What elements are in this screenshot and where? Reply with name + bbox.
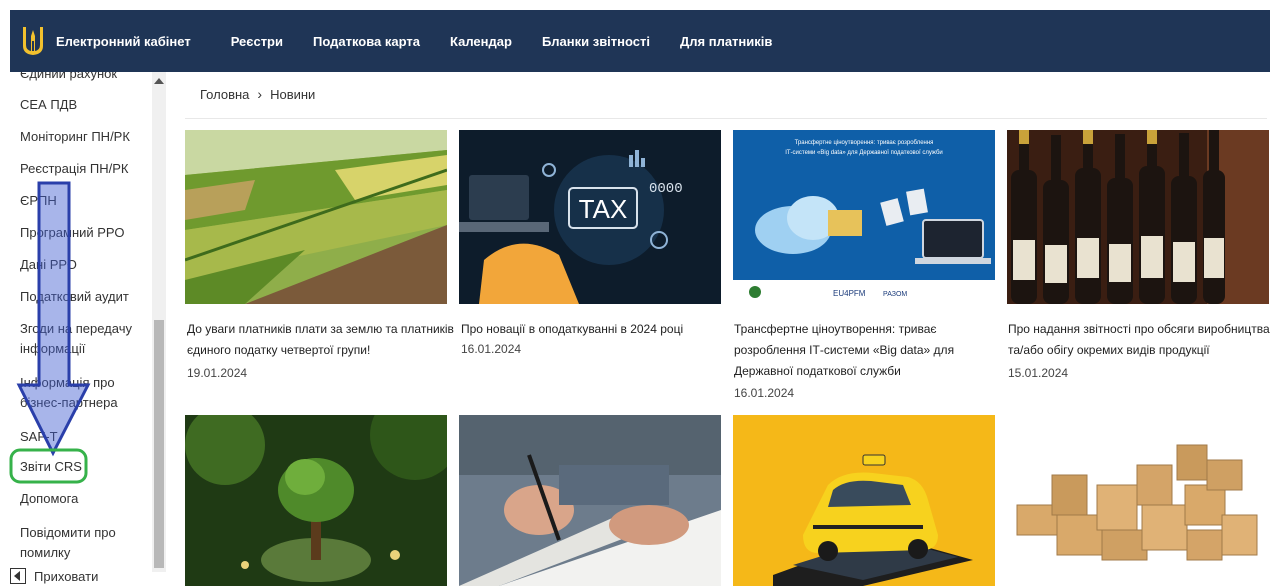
sidebar-item-saf-t[interactable]: SAF-T (20, 427, 145, 447)
nav-item-calendar[interactable]: Календар (450, 34, 512, 49)
news-image-wine-bottles[interactable] (1007, 130, 1269, 304)
sidebar-scrollbar[interactable] (152, 72, 166, 572)
sidebar-item-software-rro[interactable]: Програмний РРО (20, 223, 145, 243)
sidebar-item-tax-audit[interactable]: Податковий аудит (20, 287, 145, 307)
news-title-link[interactable]: До уваги платників плати за землю та пла… (187, 319, 457, 361)
hide-sidebar-button[interactable]: Приховати (10, 568, 98, 584)
svg-text:ІТ-системи «Big data» для Держ: ІТ-системи «Big data» для Державної пода… (785, 150, 943, 156)
sidebar-item-business-partner[interactable]: Інформація про бізнес-партнера (20, 373, 145, 413)
razom-logo-text: РАЗОМ (883, 291, 907, 298)
sidebar-item-rro-data[interactable]: Дані РРО (20, 255, 145, 275)
nav-item-for-payers[interactable]: Для платників (680, 34, 772, 49)
sidebar-item-report-error[interactable]: Повідомити про помилку (20, 523, 145, 563)
svg-text:Трансфертне ціноутворення: три: Трансфертне ціноутворення: триває розроб… (795, 140, 934, 146)
nav-item-tax-map[interactable]: Податкова карта (313, 34, 420, 49)
sidebar-item-single-account[interactable]: Єдиний рахунок (20, 72, 145, 84)
news-date: 15.01.2024 (1008, 366, 1069, 380)
tax-image-text: TAX (579, 194, 628, 224)
trident-logo-icon[interactable] (20, 24, 46, 58)
news-date: 19.01.2024 (187, 366, 248, 380)
sidebar-item-help[interactable]: Допомога (20, 489, 145, 509)
news-date: 16.01.2024 (461, 342, 522, 356)
sidebar-item-sea-pdv[interactable]: СЕА ПДВ (20, 95, 145, 115)
sidebar-item-registration[interactable]: Реєстрація ПН/РК (20, 159, 145, 179)
sidebar-item-erpn[interactable]: ЄРПН (20, 191, 145, 211)
news-image-cardboard-boxes[interactable] (1007, 415, 1269, 586)
news-image-hand-writing[interactable] (459, 415, 721, 586)
news-image-tree-globe[interactable] (185, 415, 447, 586)
svg-text:0000: 0000 (649, 181, 683, 197)
nav-item-report-forms[interactable]: Бланки звітності (542, 34, 650, 49)
news-title-link[interactable]: Про надання звітності про обсяги виробни… (1008, 319, 1272, 361)
news-title-link[interactable]: Про новації в оподаткуванні в 2024 році (461, 319, 731, 340)
scroll-up-arrow-icon[interactable] (154, 78, 164, 84)
hide-sidebar-label: Приховати (34, 568, 99, 584)
nav-item-registries[interactable]: Реєстри (231, 34, 283, 49)
sidebar-item-crs-reports[interactable]: Звіти CRS (20, 457, 145, 477)
breadcrumb: Головна › Новини (200, 86, 315, 102)
news-image-tax-laptop[interactable]: TAX 0000 (459, 130, 721, 304)
news-date: 16.01.2024 (734, 386, 795, 400)
breadcrumb-home-link[interactable]: Головна (200, 87, 249, 102)
scrollbar-thumb[interactable] (154, 320, 164, 568)
news-image-taxi-phone[interactable] (733, 415, 995, 586)
divider (185, 118, 1267, 119)
news-image-farm-fields[interactable] (185, 130, 447, 304)
news-image-cloud-data[interactable]: Трансфертне ціноутворення: триває розроб… (733, 130, 995, 304)
news-title-link[interactable]: Трансфертне ціноутворення: триває розроб… (734, 319, 1004, 382)
nav-brand-link[interactable]: Електронний кабінет (56, 34, 191, 49)
sidebar-menu: Єдиний рахунок СЕА ПДВ Моніторинг ПН/РК … (10, 72, 165, 586)
breadcrumb-current: Новини (270, 86, 316, 102)
sidebar-item-consents[interactable]: Згоди на передачу інформації (20, 319, 145, 359)
sidebar-item-monitoring[interactable]: Моніторинг ПН/РК (20, 127, 145, 147)
collapse-left-icon (10, 568, 26, 584)
eu4pfm-logo-text: EU4PFM (833, 289, 866, 298)
top-navigation-bar: Електронний кабінет Реєстри Податкова ка… (10, 10, 1270, 72)
chevron-right-icon: › (257, 86, 263, 102)
